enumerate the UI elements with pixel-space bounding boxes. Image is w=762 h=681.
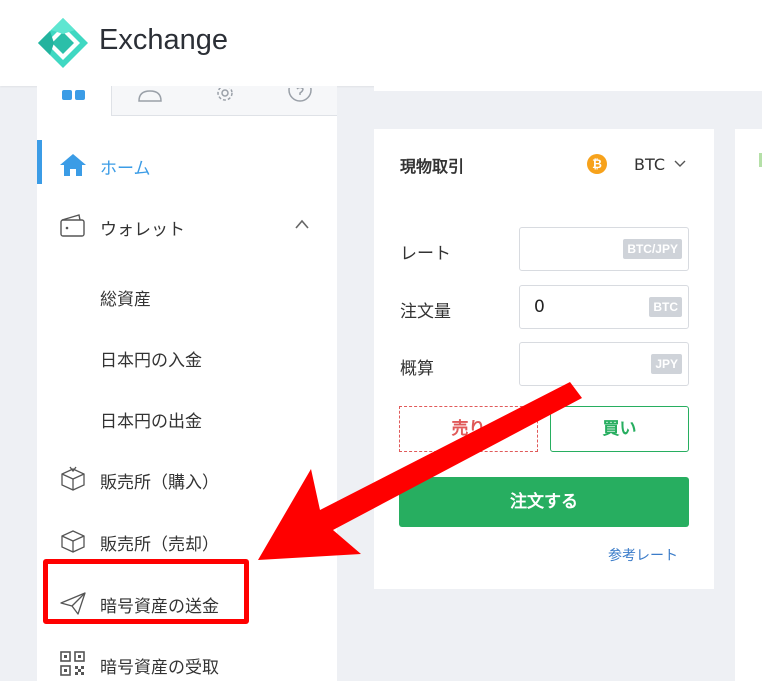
buy-button[interactable]: 買い <box>550 406 689 452</box>
tab-dashboard[interactable] <box>37 86 111 116</box>
amount-value: 0 <box>534 297 545 317</box>
sidebar-item-label: 販売所（売却） <box>100 535 219 555</box>
sidebar-item-jpy-deposit[interactable]: 日本円の入金 <box>37 332 337 382</box>
amount-input[interactable]: 0 BTC <box>519 285 689 329</box>
help-icon <box>288 88 312 102</box>
rate-input[interactable]: BTC/JPY <box>519 227 689 271</box>
sidebar-item-jpy-withdraw[interactable]: 日本円の出金 <box>37 393 337 443</box>
gear-icon <box>217 88 233 101</box>
panel-title: 現物取引 <box>400 157 465 176</box>
home-icon <box>60 154 86 176</box>
brand-name: Exchange <box>99 24 228 56</box>
estimate-unit-badge: JPY <box>651 354 682 374</box>
annotation-highlight-box <box>43 559 249 624</box>
tab-help[interactable] <box>263 86 337 116</box>
dashboard-icon <box>62 90 85 100</box>
amount-label: 注文量 <box>400 302 451 322</box>
header: Exchange <box>0 0 762 86</box>
place-order-button[interactable]: 注文する <box>399 477 689 527</box>
sell-button[interactable]: 売り <box>399 406 538 452</box>
sidebar-item-crypto-receive[interactable]: 暗号資産の受取 <box>37 639 337 681</box>
box-in-icon <box>61 466 85 491</box>
tab-account[interactable] <box>111 86 187 116</box>
coin-select[interactable]: BTC <box>634 155 665 174</box>
rate-unit-badge: BTC/JPY <box>623 239 682 259</box>
qr-code-icon <box>60 651 85 676</box>
sidebar-item-wallet[interactable]: ウォレット <box>37 201 337 251</box>
chevron-up-icon[interactable] <box>295 219 309 229</box>
sidebar-item-label: ホーム <box>100 159 151 179</box>
sidebar-item-label: 日本円の出金 <box>100 412 202 432</box>
spot-trade-panel: 現物取引 ₿ BTC レート BTC/JPY 注文量 0 BTC 概算 JPY … <box>374 129 714 589</box>
tab-settings[interactable] <box>187 86 263 116</box>
user-icon <box>137 90 162 102</box>
sidebar-item-label: 販売所（購入） <box>100 473 219 493</box>
estimate-input[interactable]: JPY <box>519 342 689 386</box>
sidebar-item-label: 日本円の入金 <box>100 351 202 371</box>
chevron-down-icon[interactable] <box>674 160 686 168</box>
rate-label: レート <box>400 244 451 264</box>
wallet-icon <box>60 214 85 237</box>
sidebar-item-store-buy[interactable]: 販売所（購入） <box>37 454 337 504</box>
top-strip <box>374 86 762 91</box>
amount-unit-badge: BTC <box>649 297 682 317</box>
sidebar-item-total-assets[interactable]: 総資産 <box>37 271 337 321</box>
estimate-label: 概算 <box>400 359 434 379</box>
bitcoin-icon: ₿ <box>587 154 607 174</box>
right-panel <box>735 129 762 681</box>
sidebar-item-home[interactable]: ホーム <box>37 140 337 190</box>
box-out-icon <box>61 530 85 553</box>
sidebar-tabs <box>37 86 337 116</box>
sidebar-item-label: 暗号資産の受取 <box>100 658 219 678</box>
reference-rate-link[interactable]: 参考レート <box>608 545 678 565</box>
sidebar-item-label: 総資産 <box>100 290 151 310</box>
sidebar-item-label: ウォレット <box>100 220 185 240</box>
logo-icon[interactable] <box>37 17 89 69</box>
